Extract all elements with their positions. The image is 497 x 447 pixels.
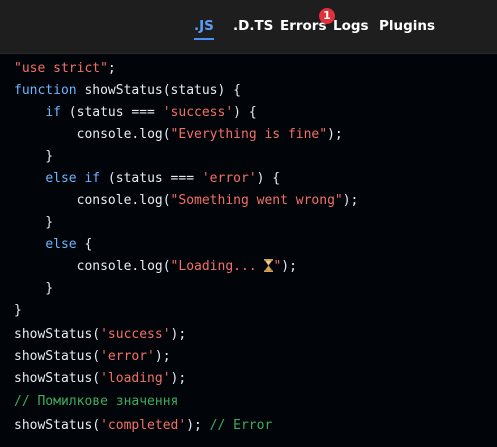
code-token: if xyxy=(45,105,61,120)
code-token: showStatus( xyxy=(14,418,101,433)
code-line-16: // Помилкове значення xyxy=(14,391,178,413)
code-token: 'error' xyxy=(201,171,257,186)
code-line-6: else if (status === 'error') { xyxy=(14,168,280,190)
code-token: } xyxy=(14,303,22,318)
code-line-2: function showStatus(status) { xyxy=(14,80,241,102)
code-token: 'success' xyxy=(162,105,234,120)
code-token: ); xyxy=(170,371,187,386)
code-token: 'completed' xyxy=(100,418,187,433)
code-token: } xyxy=(14,149,54,164)
code-editor[interactable]: "use strict"; function showStatus(status… xyxy=(0,53,497,447)
code-token: showStatus( xyxy=(14,327,101,342)
code-token: else xyxy=(45,237,77,252)
code-line-7: console.log("Something went wrong"); xyxy=(14,190,359,212)
hourglass-icon xyxy=(264,258,274,272)
code-token: (status === xyxy=(60,105,163,120)
code-token: ); xyxy=(342,193,359,208)
code-token: console.log( xyxy=(76,193,171,208)
code-line-1: "use strict"; xyxy=(14,58,116,80)
code-line-14: showStatus('error'); xyxy=(14,346,171,368)
code-token: } xyxy=(14,215,54,230)
code-token: 'success' xyxy=(100,327,171,342)
code-token: ); xyxy=(327,127,343,142)
code-comment: // Error xyxy=(209,418,273,433)
code-token: ) { xyxy=(233,105,257,120)
tab-plugins[interactable]: Plugins xyxy=(379,15,435,37)
tab-js[interactable]: .JS xyxy=(192,15,216,40)
code-line-15: showStatus('loading'); xyxy=(14,368,186,390)
code-line-17: showStatus('completed'); // Error xyxy=(14,415,272,437)
code-token: 'error' xyxy=(100,349,155,364)
code-token: "Loading... xyxy=(170,259,265,274)
code-token: "use strict" xyxy=(14,61,108,76)
code-token: console.log( xyxy=(76,127,171,142)
code-line-8: } xyxy=(14,212,53,234)
code-token: ); xyxy=(281,259,297,274)
output-tabbar: .JS .D.TS Errors 1 Logs Plugins xyxy=(0,0,497,53)
code-line-12: } xyxy=(14,300,22,322)
code-line-4: console.log("Everything is fine"); xyxy=(14,124,343,146)
code-line-9: else { xyxy=(14,234,92,256)
code-token: console.log( xyxy=(76,259,171,274)
code-line-5: } xyxy=(14,146,53,168)
code-token: showStatus( xyxy=(14,349,101,364)
code-token: } xyxy=(14,281,54,296)
code-token: "Something went wrong" xyxy=(170,193,343,208)
code-token: else if xyxy=(45,171,101,186)
code-comment: // Помилкове значення xyxy=(14,394,179,409)
code-token: (status === xyxy=(100,171,202,186)
code-token: showStatus( xyxy=(14,371,101,386)
code-line-11: } xyxy=(14,278,53,300)
code-token: showStatus(status) { xyxy=(76,83,241,98)
code-token: 'loading' xyxy=(100,371,171,386)
code-token: ; xyxy=(107,61,116,76)
code-line-3: if (status === 'success') { xyxy=(14,102,257,124)
tab-plugins-label: Plugins xyxy=(379,18,436,34)
code-token: ); xyxy=(186,418,210,433)
tab-dts-label: .D.TS xyxy=(233,18,274,34)
code-token: ); xyxy=(170,327,187,342)
tab-js-label: .JS xyxy=(194,18,214,34)
tab-logs[interactable]: Logs xyxy=(333,15,369,37)
tab-dts[interactable]: .D.TS xyxy=(233,15,273,37)
code-token: function xyxy=(14,83,77,98)
code-line-13: showStatus('success'); xyxy=(14,324,186,346)
code-token: ); xyxy=(154,349,171,364)
tab-js-underline xyxy=(194,38,214,40)
tab-logs-label: Logs xyxy=(333,18,369,34)
code-line-10: console.log("Loading... "); xyxy=(14,256,297,278)
code-token: "Everything is fine" xyxy=(170,127,328,142)
code-token: ) { xyxy=(256,171,281,186)
code-token: { xyxy=(76,237,93,252)
